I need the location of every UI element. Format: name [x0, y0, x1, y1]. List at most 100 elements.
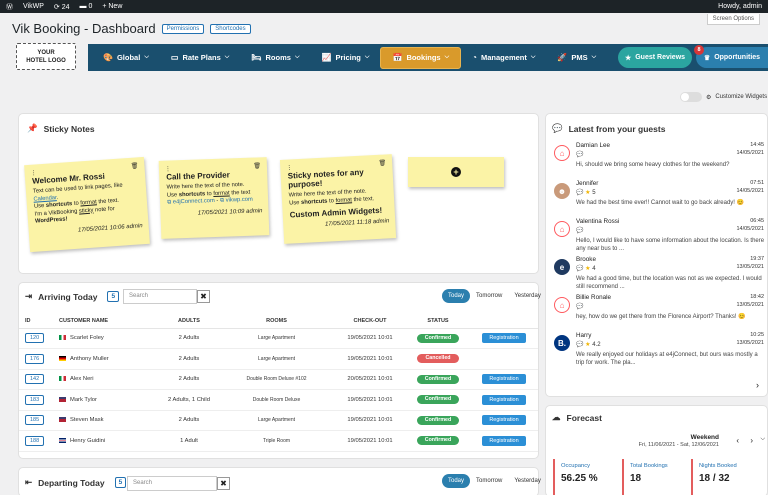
- add-note-button[interactable]: +: [408, 157, 504, 187]
- arriving-title: Arriving Today: [38, 291, 98, 302]
- table-row[interactable]: 185 Steven Mask 2 Adults Large Apartment 19/…: [19, 410, 538, 431]
- departing-search-input[interactable]: Search: [127, 476, 217, 491]
- table-row[interactable]: 142 Alex Neri 2 Adults Double Room Deluxe #…: [19, 369, 538, 390]
- guest-message[interactable]: ⌂ Valentina Rossi 💬 Hello, I would like to …: [546, 218, 768, 252]
- note-text: to: [328, 197, 335, 204]
- cell-customer: Anthony Muller: [59, 348, 159, 370]
- booking-id-link[interactable]: 120: [25, 333, 45, 344]
- guest-message[interactable]: ⌂ Billie Ronale 💬 hey, how do we get there …: [546, 294, 768, 328]
- message-text: Hello, I would like to have some informa…: [576, 238, 765, 252]
- guest-name: Harry: [576, 332, 592, 339]
- booking-avatar-icon: B.: [554, 335, 570, 351]
- stat-value: 18 / 32: [699, 473, 730, 484]
- next-page-button[interactable]: ›: [756, 380, 759, 390]
- departing-today-widget: ⇤ Departing Today 5 Search ✖ Today Tomorro…: [18, 467, 541, 495]
- drag-handle-icon[interactable]: ⋮: [30, 169, 37, 176]
- howdy-link[interactable]: Howdy, admin: [718, 3, 762, 10]
- tab-tomorrow[interactable]: Tomorrow: [470, 474, 508, 488]
- updates-link[interactable]: ⟳ 24: [54, 3, 70, 11]
- chevron-left-icon[interactable]: ‹: [736, 436, 739, 445]
- customize-widgets[interactable]: ⚙ Customize Widgets: [680, 92, 767, 102]
- nav-rooms[interactable]: 🛏 Rooms ⌵: [240, 47, 310, 69]
- trash-icon[interactable]: 🗑: [253, 162, 261, 169]
- table-row[interactable]: 188 Henry Guidini 1 Adult Triple Room 19/05/…: [19, 430, 538, 452]
- site-name-link[interactable]: VikWP: [23, 3, 44, 10]
- note-title: Sticky notes for any purpose!: [287, 167, 364, 190]
- comments-link[interactable]: ▬ 0: [79, 3, 92, 10]
- note-link[interactable]: e4jConnect.com: [173, 198, 215, 205]
- nav-pms[interactable]: 🚀 PMS ⌵: [546, 47, 607, 69]
- note-text: Use: [33, 202, 45, 210]
- trash-icon[interactable]: 🗑: [131, 162, 139, 170]
- tab-today[interactable]: Today: [442, 289, 471, 303]
- cell-action: Registration: [470, 389, 538, 411]
- customize-toggle[interactable]: [680, 92, 702, 102]
- note-body: Write here the text of the note. Use shor…: [167, 181, 263, 207]
- chevron-down-icon[interactable]: ⌵: [760, 436, 765, 443]
- note-bold: shortcuts: [178, 190, 206, 198]
- hotel-logo[interactable]: YOUR HOTEL LOGO: [16, 43, 76, 70]
- status-badge: Confirmed: [417, 333, 459, 343]
- booking-id-link[interactable]: 176: [25, 353, 45, 364]
- note-link[interactable]: Calendar: [33, 195, 57, 203]
- close-icon[interactable]: ✖: [197, 290, 210, 303]
- booking-id-link[interactable]: 188: [25, 435, 45, 446]
- arriving-search-input[interactable]: Search: [123, 289, 197, 304]
- guest-message[interactable]: ☻ Jennifer 💬 ★ 5 We had the best time ever!…: [546, 180, 768, 214]
- opportunities-button[interactable]: ♛ Opportunities: [696, 47, 768, 68]
- tab-today[interactable]: Today: [442, 474, 471, 488]
- forecast-title: Forecast: [566, 412, 602, 423]
- cell-status: Cancelled: [406, 348, 470, 370]
- registration-button[interactable]: Registration: [482, 394, 526, 405]
- table-row[interactable]: 176 Anthony Muller 2 Adults Large Apartment…: [19, 348, 538, 370]
- message-timestamp: 10:25 13/05/2021: [736, 332, 764, 347]
- registration-button[interactable]: Registration: [482, 415, 526, 426]
- message-text: Hi, should we bring some heavy clothes f…: [576, 162, 730, 168]
- cell-adults: 1 Adult: [159, 430, 219, 452]
- drag-handle-icon[interactable]: ⋮: [286, 164, 292, 171]
- note-text: Use: [166, 191, 178, 199]
- sticky-note-2[interactable]: ⋮ 🗑 Call the Provider Write here the text…: [158, 157, 270, 239]
- registration-button[interactable]: Registration: [482, 374, 526, 385]
- note-link[interactable]: vikwp.com: [226, 197, 253, 204]
- trash-icon[interactable]: 🗑: [378, 159, 386, 166]
- chevron-right-icon[interactable]: ›: [750, 436, 753, 445]
- nav-global[interactable]: 🎨 Global ⌵: [92, 47, 160, 69]
- table-row[interactable]: 183 Mark Tylor 2 Adults, 1 Child Double Roo…: [19, 389, 538, 411]
- close-icon[interactable]: ✖: [217, 477, 230, 490]
- guest-message[interactable]: ⌂ Damian Lee 💬 Hi, should we bring some hea…: [546, 142, 768, 176]
- cell-status: Confirmed: [406, 328, 470, 349]
- shortcodes-button[interactable]: Shortcodes: [210, 23, 251, 34]
- registration-button[interactable]: Registration: [482, 435, 526, 446]
- customer-name: Steven Mask: [70, 417, 104, 424]
- sticky-note-1[interactable]: ⋮ 🗑 Welcome Mr. Rossi Text can be used to…: [24, 156, 150, 253]
- guest-message[interactable]: e Brooke 💬 ★ 4 We had a good time, but the …: [546, 256, 768, 290]
- screen-options-button[interactable]: Screen Options: [706, 14, 760, 25]
- note-bold: shortcuts: [300, 198, 328, 206]
- nav-rate-plans[interactable]: ▭ Rate Plans ⌵: [160, 47, 240, 69]
- tab-yesterday[interactable]: Yesterday: [508, 289, 546, 303]
- booking-id-link[interactable]: 185: [25, 415, 45, 426]
- cell-room: Large Apartment: [219, 410, 334, 431]
- status-badge: Confirmed: [417, 395, 459, 405]
- tab-yesterday[interactable]: Yesterday: [508, 474, 546, 488]
- nav-pricing[interactable]: 📈 Pricing ⌵: [311, 47, 381, 69]
- nav-bookings[interactable]: 📅 Bookings ⌵: [380, 46, 462, 69]
- col-customer: CUSTOMER NAME: [59, 314, 159, 329]
- guest-message[interactable]: B. Harry 💬 ★ 4.2 We really enjoyed our holi…: [546, 332, 768, 366]
- new-link[interactable]: + New: [102, 3, 122, 10]
- wordpress-icon[interactable]: Ⓦ: [6, 2, 13, 12]
- booking-id-link[interactable]: 183: [25, 394, 45, 405]
- chevron-down-icon: ⌵: [530, 54, 536, 60]
- table-row[interactable]: 120 Scarlet Foley 2 Adults Large Apartment 1…: [19, 328, 538, 349]
- guest-reviews-button[interactable]: ★ Guest Reviews: [618, 47, 692, 68]
- booking-id-link[interactable]: 142: [25, 374, 45, 385]
- sticky-note-3[interactable]: ⋮ 🗑 Sticky notes for any purpose! Write h…: [279, 154, 397, 244]
- note-text: I'm a VikBooking: [34, 208, 78, 218]
- permissions-button[interactable]: Permissions: [161, 23, 205, 34]
- drag-handle-icon[interactable]: ⋮: [165, 165, 171, 172]
- guest-messages-header: 💬 Latest from your guests: [552, 123, 665, 134]
- nav-management[interactable]: ◔ Management ⌵: [461, 47, 546, 69]
- tab-tomorrow[interactable]: Tomorrow: [470, 289, 508, 303]
- registration-button[interactable]: Registration: [482, 333, 526, 344]
